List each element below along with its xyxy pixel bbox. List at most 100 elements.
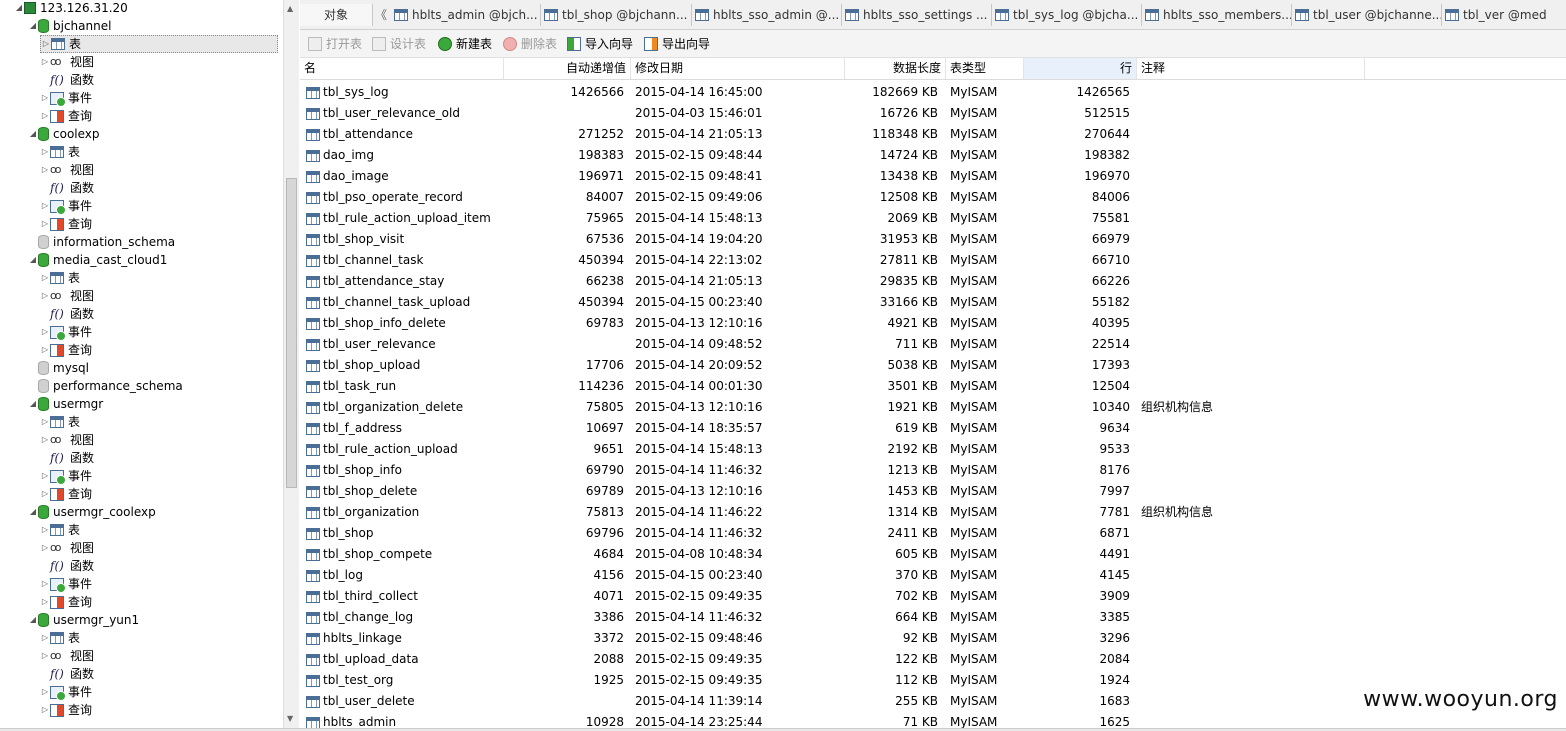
tab-scroll-left-button[interactable]: 《	[374, 4, 388, 26]
delete-table-button[interactable]: 删除表	[503, 35, 557, 53]
database-node-media-cast-cloud1[interactable]: ◢ media_cast_cloud1	[28, 251, 167, 269]
tree-item-events-usermgr[interactable]: ▷ 事件	[40, 467, 92, 485]
table-row[interactable]: tbl_attendance 271252 2015-04-14 21:05:13 1…	[300, 124, 1566, 145]
table-row[interactable]: tbl_upload_data 2088 2015-02-15 09:49:35 12…	[300, 649, 1566, 670]
tree-item-views-coolexp[interactable]: ▷ oo 视图	[40, 161, 94, 179]
tree-item-queries-media-cast-cloud1[interactable]: ▷ 查询	[40, 341, 92, 359]
scroll-down-icon[interactable]: ▼	[287, 714, 293, 723]
expand-arrow-icon[interactable]: ▷	[40, 161, 50, 179]
table-row[interactable]: tbl_third_collect 4071 2015-02-15 09:49:35…	[300, 586, 1566, 607]
tree-item-tables-usermgr[interactable]: ▷ 表	[40, 413, 80, 431]
table-row[interactable]: tbl_organization_delete 75805 2015-04-13 1…	[300, 397, 1566, 418]
expand-arrow-icon[interactable]: ▷	[40, 107, 50, 125]
tab-table-0[interactable]: hblts_admin @bjch...	[390, 4, 541, 26]
col-rows-header[interactable]: 行	[1024, 58, 1137, 79]
tree-item-tables-coolexp[interactable]: ▷ 表	[40, 143, 80, 161]
expand-arrow-icon[interactable]: ▷	[40, 575, 50, 593]
table-row[interactable]: tbl_pso_operate_record 84007 2015-02-15 09…	[300, 187, 1566, 208]
tree-item-tables-usermgr-coolexp[interactable]: ▷ 表	[40, 521, 80, 539]
tab-table-6[interactable]: tbl_user @bjchanne...	[1291, 4, 1442, 26]
table-row[interactable]: dao_img 198383 2015-02-15 09:48:44 14724 KB…	[300, 145, 1566, 166]
expand-arrow-icon[interactable]: ◢	[28, 251, 38, 269]
database-node-coolexp[interactable]: ◢ coolexp	[28, 125, 100, 143]
expand-arrow-icon[interactable]: ▷	[40, 647, 50, 665]
expand-arrow-icon[interactable]: ◢	[28, 611, 38, 629]
tree-scrollbar[interactable]: ▲ ▼	[283, 0, 299, 728]
expand-arrow-icon[interactable]: ▷	[40, 89, 50, 107]
tab-table-1[interactable]: tbl_shop @bjchann...	[540, 4, 692, 26]
database-node-information-schema[interactable]: information_schema	[28, 233, 175, 251]
tree-item-events-usermgr-yun1[interactable]: ▷ 事件	[40, 683, 92, 701]
tree-item-functions-usermgr-yun1[interactable]: f() 函数	[40, 665, 94, 683]
server-node[interactable]: ◢ 123.126.31.20	[14, 0, 128, 17]
tree-item-tables-usermgr-yun1[interactable]: ▷ 表	[40, 629, 80, 647]
tree-item-events-usermgr-coolexp[interactable]: ▷ 事件	[40, 575, 92, 593]
table-row[interactable]: tbl_shop_info_delete 69783 2015-04-13 12:1…	[300, 313, 1566, 334]
tree-item-queries-usermgr-coolexp[interactable]: ▷ 查询	[40, 593, 92, 611]
tree-item-functions-media-cast-cloud1[interactable]: f() 函数	[40, 305, 94, 323]
table-row[interactable]: tbl_attendance_stay 66238 2015-04-14 21:05…	[300, 271, 1566, 292]
database-node-mysql[interactable]: mysql	[28, 359, 89, 377]
tree-item-views-media-cast-cloud1[interactable]: ▷ oo 视图	[40, 287, 94, 305]
tree-item-queries-usermgr[interactable]: ▷ 查询	[40, 485, 92, 503]
table-row[interactable]: hblts_admin 10928 2015-04-14 23:25:44 71 KB…	[300, 712, 1566, 728]
database-node-usermgr-yun1[interactable]: ◢ usermgr_yun1	[28, 611, 139, 629]
table-row[interactable]: tbl_channel_task_upload 450394 2015-04-15 …	[300, 292, 1566, 313]
table-row[interactable]: dao_image 196971 2015-02-15 09:48:41 13438 …	[300, 166, 1566, 187]
tab-objects[interactable]: 对象	[300, 4, 373, 26]
expand-arrow-icon[interactable]: ▷	[40, 287, 50, 305]
open-table-button[interactable]: 打开表	[308, 35, 362, 53]
table-row[interactable]: tbl_log 4156 2015-04-15 00:23:40 370 KB MyIS…	[300, 565, 1566, 586]
expand-arrow-icon[interactable]: ▷	[40, 53, 50, 71]
tree-item-views-usermgr-yun1[interactable]: ▷ oo 视图	[40, 647, 94, 665]
expand-arrow-icon[interactable]: ▷	[40, 269, 50, 287]
expand-arrow-icon[interactable]: ▷	[40, 215, 50, 233]
tree-item-events-coolexp[interactable]: ▷ 事件	[40, 197, 92, 215]
table-row[interactable]: tbl_task_run 114236 2015-04-14 00:01:30 350…	[300, 376, 1566, 397]
table-row[interactable]: tbl_user_relevance_old 2015-04-03 15:46:0…	[300, 103, 1566, 124]
expand-arrow-icon[interactable]: ▷	[40, 341, 50, 359]
expand-arrow-icon[interactable]: ▷	[40, 521, 50, 539]
expand-arrow-icon[interactable]: ◢	[14, 0, 24, 17]
tree-item-tables-media-cast-cloud1[interactable]: ▷ 表	[40, 269, 80, 287]
tab-table-7[interactable]: tbl_ver @med	[1441, 4, 1566, 26]
col-comment-header[interactable]: 注释	[1137, 58, 1365, 79]
table-row[interactable]: tbl_user_relevance 2015-04-14 09:48:52 711…	[300, 334, 1566, 355]
tree-item-events-bjchannel[interactable]: ▷ 事件	[40, 89, 92, 107]
tab-table-3[interactable]: hblts_sso_settings ...	[841, 4, 992, 26]
expand-arrow-icon[interactable]: ▷	[40, 467, 50, 485]
tree-item-views-bjchannel[interactable]: ▷ oo 视图	[40, 53, 94, 71]
tree-item-queries-bjchannel[interactable]: ▷ 查询	[40, 107, 92, 125]
database-node-bjchannel[interactable]: ◢ bjchannel	[28, 17, 111, 35]
col-modified-date-header[interactable]: 修改日期	[631, 58, 845, 79]
expand-arrow-icon[interactable]: ▷	[40, 539, 50, 557]
table-row[interactable]: tbl_organization 75813 2015-04-14 11:46:22…	[300, 502, 1566, 523]
expand-arrow-icon[interactable]: ▷	[40, 629, 50, 647]
tree-item-events-media-cast-cloud1[interactable]: ▷ 事件	[40, 323, 92, 341]
col-auto-increment-header[interactable]: 自动递增值	[504, 58, 631, 79]
import-wizard-button[interactable]: 导入向导	[567, 35, 633, 53]
table-row[interactable]: tbl_rule_action_upload 9651 2015-04-14 15:…	[300, 439, 1566, 460]
database-node-usermgr[interactable]: ◢ usermgr	[28, 395, 103, 413]
expand-arrow-icon[interactable]: ▷	[40, 485, 50, 503]
tab-table-2[interactable]: hblts_sso_admin @...	[691, 4, 842, 26]
tree-scroll-thumb[interactable]	[286, 178, 297, 488]
tree-item-functions-bjchannel[interactable]: f() 函数	[40, 71, 94, 89]
expand-arrow-icon[interactable]: ▷	[40, 431, 50, 449]
table-row[interactable]: tbl_shop 69796 2015-04-14 11:46:32 2411 KB M…	[300, 523, 1566, 544]
scroll-up-icon[interactable]: ▲	[287, 4, 293, 13]
expand-arrow-icon[interactable]: ▷	[41, 35, 51, 53]
expand-arrow-icon[interactable]: ▷	[40, 413, 50, 431]
new-table-button[interactable]: 新建表	[438, 35, 492, 53]
tree-item-queries-usermgr-yun1[interactable]: ▷ 查询	[40, 701, 92, 719]
tree-item-queries-coolexp[interactable]: ▷ 查询	[40, 215, 92, 233]
expand-arrow-icon[interactable]: ▷	[40, 593, 50, 611]
design-table-button[interactable]: 设计表	[372, 35, 426, 53]
database-node-usermgr-coolexp[interactable]: ◢ usermgr_coolexp	[28, 503, 156, 521]
tree-item-tables-bjchannel[interactable]: ▷ 表	[40, 35, 278, 53]
expand-arrow-icon[interactable]: ▷	[40, 683, 50, 701]
table-row[interactable]: tbl_shop_info 69790 2015-04-14 11:46:32 121…	[300, 460, 1566, 481]
expand-arrow-icon[interactable]: ◢	[28, 395, 38, 413]
table-row[interactable]: tbl_change_log 3386 2015-04-14 11:46:32 664…	[300, 607, 1566, 628]
table-row[interactable]: hblts_linkage 3372 2015-02-15 09:48:46 92 K…	[300, 628, 1566, 649]
